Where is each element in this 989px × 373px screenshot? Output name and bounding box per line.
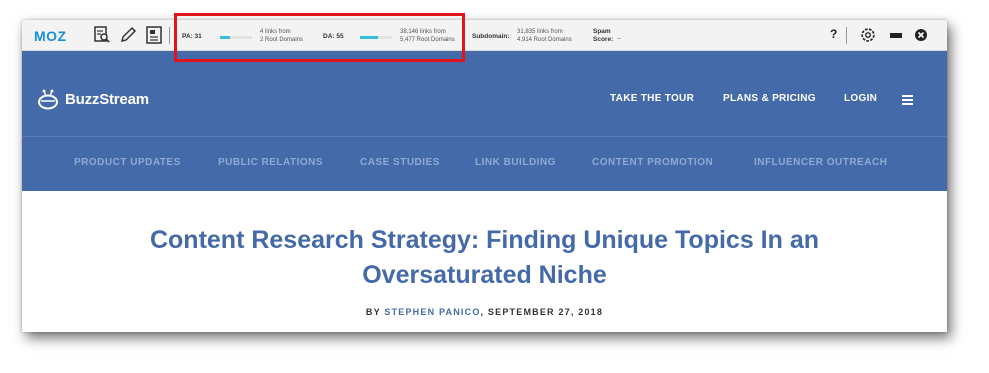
spam-label: Spam [593, 28, 611, 35]
subnav-influencer-outreach[interactable]: INFLUENCER OUTREACH [754, 157, 887, 168]
byline-by: BY [365, 307, 385, 317]
minimize-icon[interactable] [888, 26, 904, 44]
help-button[interactable]: ? [830, 27, 837, 41]
nav-login[interactable]: LOGIN [844, 93, 877, 104]
page-analysis-icon[interactable] [92, 25, 112, 45]
close-icon[interactable] [913, 26, 929, 44]
toolbar-divider-right [846, 27, 847, 44]
subnav-case-studies[interactable]: CASE STUDIES [360, 157, 440, 168]
site-header: BuzzStream TAKE THE TOUR PLANS & PRICING… [22, 51, 947, 136]
article-title: Content Research Strategy: Finding Uniqu… [22, 223, 947, 293]
subdomain-links: 31,835 links from [517, 29, 563, 35]
nav-plans-pricing[interactable]: PLANS & PRICING [723, 93, 816, 104]
toolbar-divider [169, 27, 170, 44]
moz-logo[interactable]: MOZ [34, 28, 67, 44]
subnav-public-relations[interactable]: PUBLIC RELATIONS [218, 157, 323, 168]
category-nav: PRODUCT UPDATES PUBLIC RELATIONS CASE ST… [22, 136, 947, 191]
subnav-content-promotion[interactable]: CONTENT PROMOTION [592, 157, 713, 168]
moz-toolbar: MOZ PA: 31 4 links from 2 Root Domains D… [22, 20, 947, 51]
highlight-box [174, 13, 465, 62]
brand-logo[interactable]: BuzzStream [65, 91, 149, 108]
author-link[interactable]: STEPHEN PANICO [384, 307, 480, 317]
publish-date: , SEPTEMBER 27, 2018 [480, 307, 604, 317]
nav-take-the-tour[interactable]: TAKE THE TOUR [610, 93, 694, 104]
article-title-line-1: Content Research Strategy: Finding Uniqu… [149, 226, 820, 254]
serp-icon[interactable] [144, 25, 164, 45]
browser-frame: MOZ PA: 31 4 links from 2 Root Domains D… [22, 20, 947, 332]
menu-hamburger-icon[interactable] [902, 95, 913, 107]
article-title-line-2: Oversaturated Niche [362, 261, 607, 289]
highlight-pencil-icon[interactable] [118, 25, 138, 45]
buzzstream-bee-icon[interactable] [38, 88, 64, 110]
spam-score-value: -- [617, 36, 621, 42]
subdomain-root-domains: 4,914 Root Domains [517, 37, 572, 43]
subnav-link-building[interactable]: LINK BUILDING [475, 157, 556, 168]
settings-gear-icon[interactable] [859, 26, 877, 44]
article-byline: BY STEPHEN PANICO, SEPTEMBER 27, 2018 [22, 307, 947, 317]
spam-score-label: Score: [593, 36, 614, 43]
subdomain-label: Subdomain: [472, 33, 510, 40]
subnav-product-updates[interactable]: PRODUCT UPDATES [74, 157, 181, 168]
